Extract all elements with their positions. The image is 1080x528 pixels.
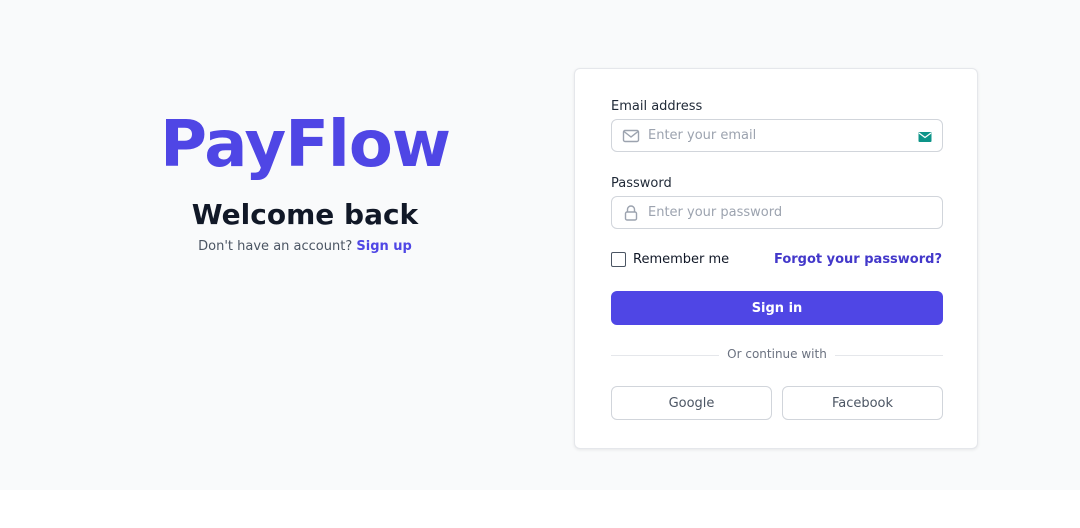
remember-me-checkbox[interactable] — [611, 252, 626, 267]
brand-logo: PayFlow — [160, 108, 451, 182]
signup-link[interactable]: Sign up — [356, 239, 411, 254]
password-label: Password — [611, 176, 672, 191]
remember-me-label[interactable]: Remember me — [633, 252, 729, 267]
email-field-wrapper — [611, 119, 943, 152]
autofill-envelope-icon[interactable] — [918, 129, 932, 143]
google-button[interactable]: Google — [611, 386, 772, 420]
signup-prompt-text: Don't have an account? — [198, 239, 353, 254]
password-field-wrapper — [611, 196, 943, 229]
password-field[interactable] — [648, 197, 908, 228]
forgot-password-link[interactable]: Forgot your password? — [774, 252, 942, 267]
signup-prompt: Don't have an account? Sign up — [0, 239, 610, 254]
brand-panel: PayFlow Welcome back Don't have an accou… — [0, 0, 610, 490]
continue-divider: Or continue with — [611, 347, 943, 363]
facebook-button[interactable]: Facebook — [782, 386, 943, 420]
page-title: Welcome back — [191, 198, 419, 231]
login-card: Email address Password — [574, 68, 978, 449]
sign-in-button[interactable]: Sign in — [611, 291, 943, 325]
envelope-icon — [622, 127, 640, 145]
email-label: Email address — [611, 99, 703, 114]
lock-icon — [622, 204, 640, 222]
divider-text: Or continue with — [727, 347, 827, 361]
page-background: PayFlow Welcome back Don't have an accou… — [0, 0, 1080, 490]
divider-line-right — [835, 355, 943, 356]
email-field[interactable] — [648, 120, 908, 151]
